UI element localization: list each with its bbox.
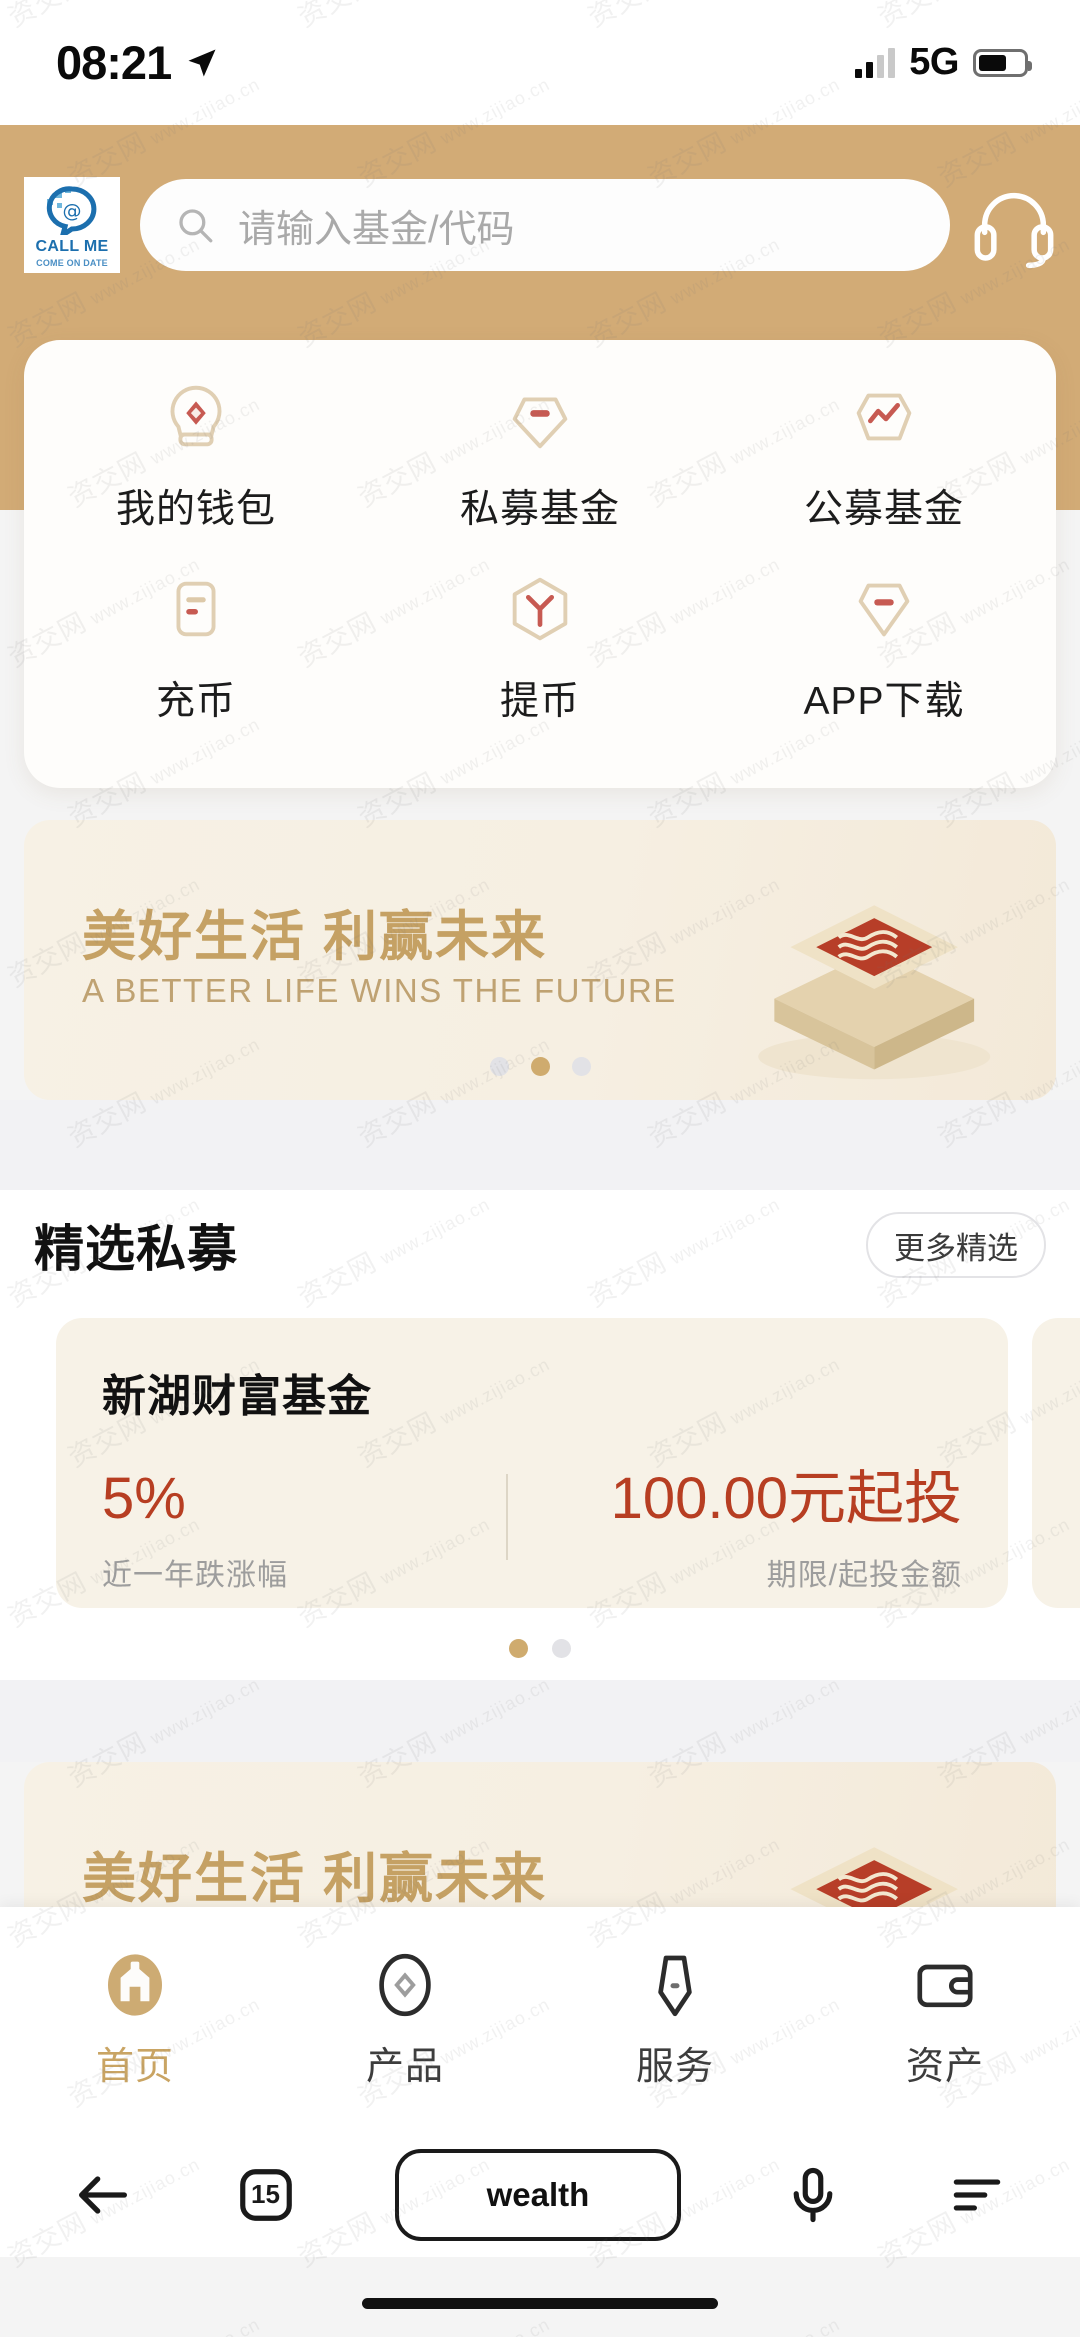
fund-card[interactable]: 新湖财富基金 5% 近一年跌涨幅 100.00元起投 期限/起投金额 xyxy=(56,1318,1008,1608)
quick-action-label: 公募基金 xyxy=(803,488,964,531)
public-fund-chart-icon xyxy=(856,393,912,441)
promo-banner[interactable]: 美好生活 利赢未来 A BETTER LIFE WINS THE FUTURE xyxy=(24,820,1056,1100)
svg-text:@: @ xyxy=(63,200,82,222)
fund-carousel-dots[interactable] xyxy=(0,1639,1080,1658)
private-fund-gem-icon xyxy=(512,397,568,449)
status-bar-left: 08:21 xyxy=(56,35,220,90)
section-gap-2 xyxy=(0,1680,1080,1762)
promo-banner-title-cn: 美好生活 利赢未来 xyxy=(82,907,548,967)
quick-action-private-fund[interactable]: 私募基金 xyxy=(368,378,712,570)
fund-name: 新湖财富基金 xyxy=(102,1372,372,1421)
tab-assets[interactable]: 资产 xyxy=(810,1949,1080,2090)
assets-wallet-icon xyxy=(917,1964,973,2008)
tab-label: 首页 xyxy=(95,2046,174,2088)
call-me-logo-icon: @ xyxy=(46,186,97,235)
tab-label: 服务 xyxy=(635,2046,714,2088)
quick-action-label: 提币 xyxy=(499,680,580,723)
back-arrow-icon[interactable] xyxy=(70,2162,136,2228)
fund-stats: 5% 近一年跌涨幅 100.00元起投 期限/起投金额 xyxy=(102,1470,962,1594)
header-row: @ CALL ME COME ON DATE 请输入基金/代码 xyxy=(0,177,1080,273)
promo-banner-title-en: A BETTER LIFE WINS THE FUTURE xyxy=(82,972,677,1009)
fund-card-next-peek[interactable] xyxy=(1032,1318,1080,1608)
tab-service[interactable]: 服务 xyxy=(540,1949,810,2090)
quick-action-label: 充币 xyxy=(155,680,236,723)
tab-label: 资产 xyxy=(905,2046,984,2088)
fund-dot-active[interactable] xyxy=(509,1639,528,1658)
wallet-badge-icon xyxy=(170,385,222,447)
gift-box-illustration xyxy=(758,905,991,1080)
status-bar: 08:21 5G xyxy=(0,0,1080,125)
home-indicator xyxy=(362,2298,718,2309)
fund-dot[interactable] xyxy=(552,1639,571,1658)
search-placeholder: 请输入基金/代码 xyxy=(238,208,515,251)
featured-section-header: 精选私募 更多精选 xyxy=(0,1190,1080,1300)
home-icon xyxy=(108,1954,162,2016)
quick-action-label: 私募基金 xyxy=(459,488,620,531)
url-bar[interactable]: wealth xyxy=(395,2148,681,2241)
fund-minimum-caption: 期限/起投金额 xyxy=(766,1559,962,1592)
tabs-icon[interactable]: 15 xyxy=(235,2164,297,2226)
menu-icon[interactable] xyxy=(944,2162,1010,2228)
section-gap xyxy=(0,1100,1080,1190)
network-label: 5G xyxy=(909,41,959,83)
app-download-shield-icon xyxy=(858,583,910,637)
withdraw-hexagon-icon xyxy=(512,577,568,641)
tab-label: 产品 xyxy=(365,2046,444,2088)
browser-toolbar: 15 wealth xyxy=(0,2132,1080,2257)
service-shield-icon xyxy=(658,1955,692,2017)
banner-dots[interactable] xyxy=(24,1057,1056,1076)
banner-dot[interactable] xyxy=(489,1057,509,1076)
status-time: 08:21 xyxy=(56,36,172,89)
fund-return-caption: 近一年跌涨幅 xyxy=(102,1559,288,1592)
bottom-tab-bar: 首页 产品 服务 资产 xyxy=(0,1907,1080,2132)
stat-divider xyxy=(506,1474,509,1560)
status-bar-right: 5G xyxy=(855,41,1032,84)
fund-minimum-value: 100.00元起投 xyxy=(610,1466,962,1531)
quick-action-app-download[interactable]: APP下载 xyxy=(712,570,1056,762)
quick-action-wallet[interactable]: 我的钱包 xyxy=(24,378,368,570)
location-arrow-icon xyxy=(188,49,216,76)
signal-bars-icon xyxy=(855,47,896,78)
brand-logo: @ CALL ME COME ON DATE xyxy=(24,177,120,273)
search-icon xyxy=(179,209,213,243)
quick-action-label: 我的钱包 xyxy=(115,488,276,531)
quick-actions-card: 我的钱包 私募基金 公募基金 充币 提币 APP下载 xyxy=(24,340,1056,788)
battery-icon xyxy=(973,48,1032,77)
featured-fund-carousel[interactable]: 新湖财富基金 5% 近一年跌涨幅 100.00元起投 期限/起投金额 xyxy=(0,1300,1080,1680)
tab-home[interactable]: 首页 xyxy=(0,1949,270,2090)
app-screen: 08:21 5G @ CALL ME COME ON DATE 请输入基金/代码… xyxy=(0,0,1080,2337)
tab-product[interactable]: 产品 xyxy=(270,1949,540,2090)
logo-line-1: CALL ME xyxy=(35,238,109,255)
headset-icon[interactable] xyxy=(970,181,1058,269)
page-title: 精选私募 xyxy=(34,1221,238,1277)
more-featured-button[interactable]: 更多精选 xyxy=(866,1212,1046,1278)
tabs-count: 15 xyxy=(251,2179,280,2209)
quick-action-withdraw[interactable]: 提币 xyxy=(368,570,712,762)
logo-line-2: COME ON DATE xyxy=(36,258,108,268)
banner-dot-active[interactable] xyxy=(530,1057,550,1076)
fund-stat-return: 5% 近一年跌涨幅 xyxy=(102,1470,489,1594)
search-input[interactable]: 请输入基金/代码 xyxy=(140,179,950,271)
microphone-icon[interactable] xyxy=(780,2162,846,2228)
quick-action-deposit[interactable]: 充币 xyxy=(24,570,368,762)
product-diamond-icon xyxy=(379,1953,431,2017)
promo-banner-2-title-cn: 美好生活 利赢未来 xyxy=(82,1849,548,1909)
deposit-note-icon xyxy=(176,581,216,637)
fund-stat-minimum: 100.00元起投 期限/起投金额 xyxy=(489,1470,962,1594)
quick-action-public-fund[interactable]: 公募基金 xyxy=(712,378,1056,570)
banner-dot[interactable] xyxy=(571,1057,591,1076)
fund-return-value: 5% xyxy=(102,1466,186,1531)
quick-action-label: APP下载 xyxy=(803,680,965,723)
